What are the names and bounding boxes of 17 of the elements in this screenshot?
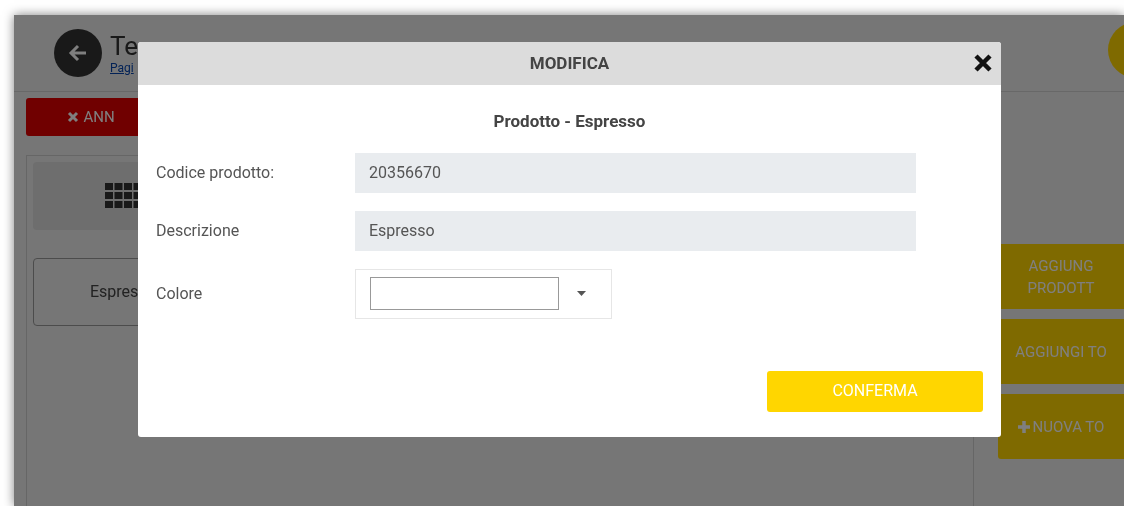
plus-icon <box>1017 420 1030 433</box>
input-field[interactable]: 20356670 <box>355 152 916 193</box>
field-label: Colore <box>156 282 204 305</box>
page-title: Te <box>110 31 139 61</box>
page-link[interactable]: Pagi <box>110 61 139 75</box>
caret-icon <box>577 291 586 296</box>
field-label: Codice prodotto: <box>156 161 276 184</box>
back-arrow-icon <box>68 44 88 62</box>
back-button[interactable] <box>54 29 102 77</box>
close-icon <box>67 111 80 123</box>
close-button[interactable] <box>973 52 993 74</box>
input-field[interactable]: Espresso <box>355 210 916 251</box>
color-select[interactable] <box>355 268 612 319</box>
close-icon <box>974 54 992 72</box>
dialog-title: MODIFICA <box>529 51 610 75</box>
field-label: Descrizione <box>156 219 241 242</box>
dialog-subtitle: Prodotto - Espresso <box>493 110 646 133</box>
